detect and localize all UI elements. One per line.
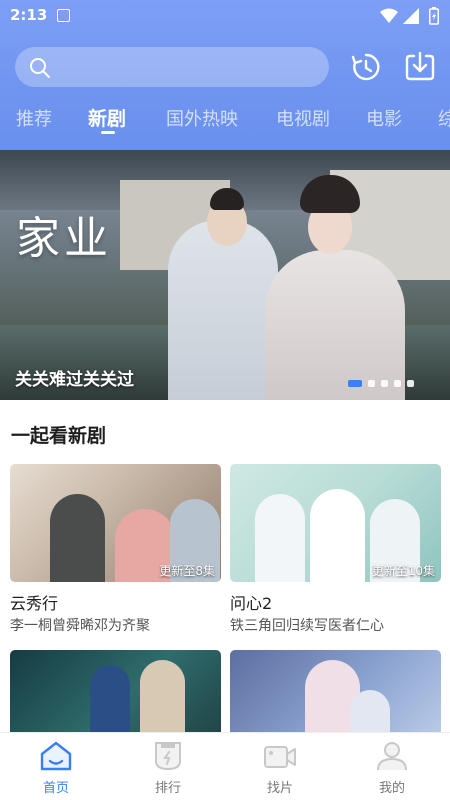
drama-description: 李一桐曾舜晞邓为齐聚 xyxy=(10,618,150,634)
banner-figure xyxy=(168,220,278,400)
search-icon xyxy=(30,58,50,78)
carousel-dot xyxy=(394,380,401,387)
banner-caption: 关关难过关关过 xyxy=(15,370,134,390)
tab-movies[interactable]: 电影 xyxy=(366,105,402,131)
person-icon xyxy=(377,742,407,771)
home-icon xyxy=(40,741,72,771)
tab-variety[interactable]: 综 xyxy=(438,105,450,131)
wifi-icon xyxy=(380,8,398,23)
drama-description: 铁三角回归续写医者仁心 xyxy=(230,618,384,634)
tab-tv-series[interactable]: 电视剧 xyxy=(276,105,330,131)
tab-recommend[interactable]: 推荐 xyxy=(16,105,52,131)
search-bar[interactable] xyxy=(15,47,329,87)
nav-label: 首页 xyxy=(42,781,69,796)
drama-title: 问心2 xyxy=(230,594,273,613)
section-title: 一起看新剧 xyxy=(11,425,107,447)
video-camera-icon xyxy=(264,746,296,768)
nav-label: 找片 xyxy=(266,781,293,796)
tab-foreign-hits[interactable]: 国外热映 xyxy=(166,105,238,131)
battery-icon xyxy=(429,7,439,25)
tab-new-drama[interactable]: 新剧 xyxy=(88,104,126,131)
nav-ranking[interactable]: 排行 xyxy=(112,733,224,800)
history-icon[interactable] xyxy=(350,51,382,83)
episode-badge: 更新至8集 xyxy=(159,564,215,578)
active-tab-indicator xyxy=(101,131,115,134)
header: 2:13 推荐 新剧 国外热映 电视剧 电影 综 xyxy=(0,0,450,150)
drama-title: 云秀行 xyxy=(10,594,59,613)
status-time: 2:13 xyxy=(10,6,48,24)
nav-find-movies[interactable]: 找片 xyxy=(224,733,336,800)
download-icon[interactable] xyxy=(404,50,436,82)
nav-label: 排行 xyxy=(154,781,181,796)
banner-figure xyxy=(265,250,405,400)
nav-profile[interactable]: 我的 xyxy=(336,733,448,800)
carousel-dot xyxy=(348,380,362,387)
category-tabs: 推荐 新剧 国外热映 电视剧 电影 综 xyxy=(0,100,450,140)
carousel-dot xyxy=(381,380,388,387)
nav-label: 我的 xyxy=(378,781,405,796)
status-bar: 2:13 xyxy=(0,0,450,32)
notification-icon xyxy=(57,9,70,22)
drama-poster: 更新至8集 xyxy=(10,464,221,582)
carousel-dot xyxy=(368,380,375,387)
nav-home[interactable]: 首页 xyxy=(0,733,112,800)
bottom-navigation: 首页 排行 找片 我的 xyxy=(0,732,450,800)
signal-icon xyxy=(403,8,419,24)
ranking-icon xyxy=(155,742,181,771)
carousel-dot xyxy=(407,380,414,387)
episode-badge: 更新至10集 xyxy=(371,564,435,578)
drama-poster: 更新至10集 xyxy=(230,464,441,582)
banner-show-title: 家业 xyxy=(16,213,112,264)
featured-banner[interactable]: 家业 关关难过关关过 xyxy=(0,150,450,400)
